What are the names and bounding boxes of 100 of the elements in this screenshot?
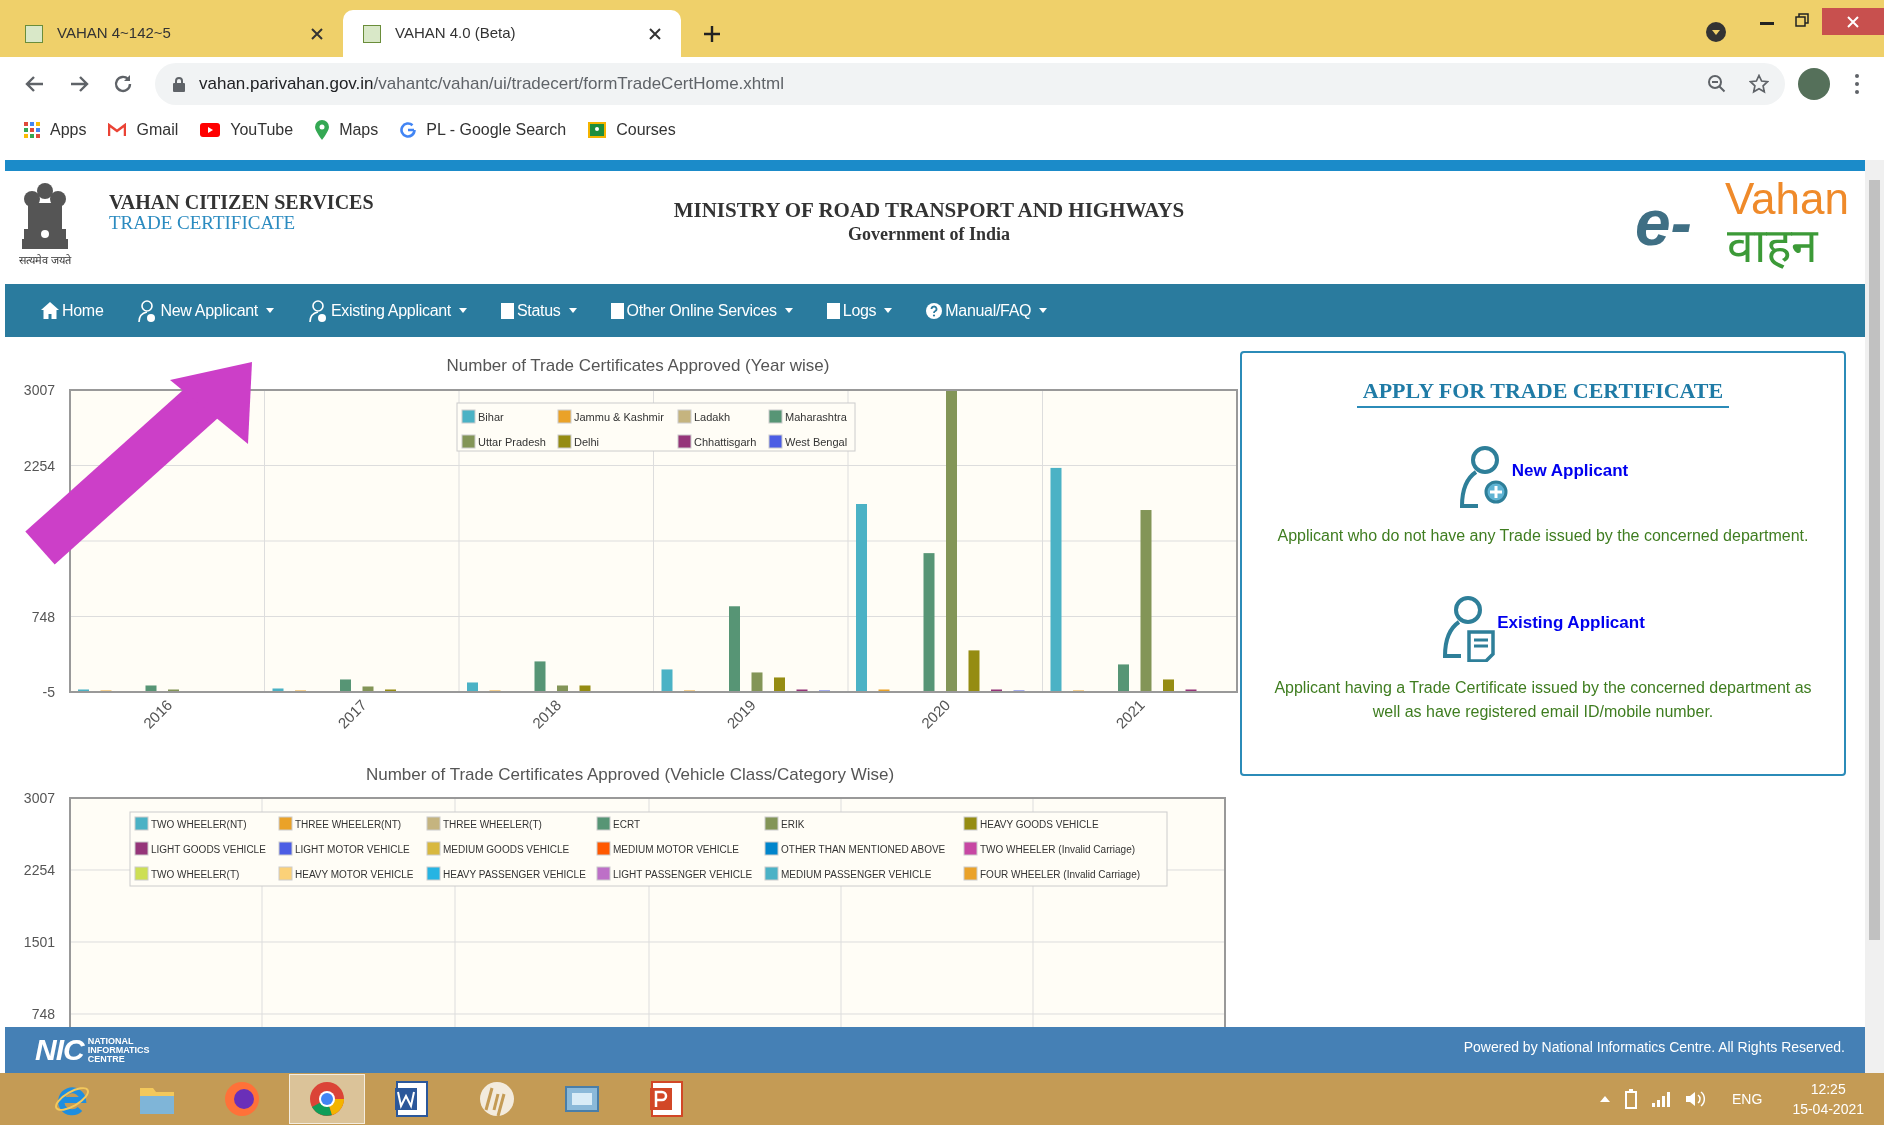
chart-title: Number of Trade Certificates Approved (Year wise) [446, 356, 830, 375]
minimize-icon[interactable] [1760, 22, 1774, 26]
g-icon [400, 122, 417, 138]
play-icon [200, 123, 221, 137]
nav-menu-item[interactable]: Home [41, 298, 104, 323]
y-axis-label: 3007 [23, 790, 55, 806]
bar [340, 679, 351, 691]
y-axis-label: 2254 [23, 862, 55, 878]
bar [968, 650, 980, 691]
bar [751, 672, 763, 691]
ministry-title: MINISTRY OF ROAD TRANSPORT AND HIGHWAYS [673, 197, 1185, 224]
window-icon [563, 1083, 601, 1115]
chevron-up-icon[interactable] [1600, 1096, 1611, 1102]
panel-title: APPLY FOR TRADE CERTIFICATE [1356, 377, 1730, 408]
nav-menu-item[interactable]: Other Online Services [610, 298, 793, 323]
bookmark-link[interactable]: Gmail [108, 118, 179, 142]
address-bar[interactable]: vahan.parivahan.gov.in/vahantc/vahan/ui/tradecert/formTradeCertHome.xhtml [155, 63, 1785, 105]
document-icon [826, 302, 840, 319]
caret-icon [459, 308, 467, 313]
zoom-out-icon[interactable] [1707, 74, 1727, 94]
legend-label: LIGHT MOTOR VEHICLE [295, 844, 410, 855]
lock-icon[interactable] [173, 76, 185, 92]
nav-menu-item[interactable]: Manual/FAQ [926, 298, 1048, 323]
mail-icon [108, 123, 127, 137]
close-icon [1847, 15, 1859, 28]
new-tab-icon[interactable] [703, 25, 721, 43]
star-icon[interactable] [1749, 74, 1769, 94]
battery-icon[interactable] [1624, 1089, 1639, 1109]
legend-label: HEAVY PASSENGER VEHICLE [443, 869, 586, 880]
nav-menu-item[interactable]: Status [501, 298, 577, 323]
menu-icon[interactable] [1853, 73, 1861, 95]
y-axis-label: 1501 [23, 934, 55, 950]
bookmark-link[interactable]: PL - Google Search [400, 118, 567, 142]
window-close-button[interactable] [1822, 8, 1884, 35]
bookmark-link[interactable]: Maps [315, 118, 379, 142]
bar [579, 685, 591, 691]
hp-icon [478, 1080, 516, 1118]
bookmark-link[interactable]: Courses [588, 118, 676, 142]
classroom-icon [588, 122, 607, 138]
browser-tab[interactable]: VAHAN 4.0 (Beta) [343, 10, 681, 57]
legend-label: TWO WHEELER(NT) [151, 819, 247, 830]
y-axis-label: 748 [31, 1006, 55, 1022]
applicant-link[interactable]: Existing Applicant [1497, 610, 1645, 636]
person-icon [308, 298, 328, 323]
taskbar-app-button[interactable] [289, 1074, 365, 1124]
bar [145, 685, 157, 691]
bookmark-link[interactable]: YouTube [200, 118, 294, 142]
nav-menu-item[interactable]: New Applicant [137, 298, 274, 323]
legend-label: MEDIUM GOODS VEHICLE [443, 844, 570, 855]
legend-label: TWO WHEELER (Invalid Carriage) [980, 844, 1136, 855]
site-icon [363, 24, 381, 43]
legend-label: FOUR WHEELER (Invalid Carriage) [980, 869, 1141, 880]
footer-credit: Powered by National Informatics Centre. All Rights Reserved. [1463, 1038, 1845, 1057]
y-axis-label: 2254 [23, 457, 55, 474]
legend-label: Bihar [478, 411, 504, 423]
section-title: TRADE CERTIFICATE [109, 213, 297, 233]
nav-menu-item[interactable]: Logs [826, 298, 893, 323]
portal-title: VAHAN CITIZEN SERVICES [109, 192, 374, 213]
legend-label: West Bengal [785, 436, 848, 448]
user-document-icon [1441, 595, 1496, 662]
help-icon [926, 302, 943, 319]
bar [534, 661, 546, 691]
site-icon [25, 24, 43, 43]
speaker-icon[interactable] [1686, 1091, 1707, 1107]
restore-icon[interactable] [1795, 13, 1809, 27]
tab-title: VAHAN 4~142~5 [57, 23, 172, 44]
profile-avatar[interactable] [1798, 68, 1830, 100]
caret-icon [568, 308, 577, 313]
nav-menu-item[interactable]: Existing Applicant [308, 298, 467, 323]
motto-text: सत्यमेव जयते [19, 255, 72, 266]
applicant-description: Applicant who do not have any Trade issued by the concerned department. [1276, 525, 1810, 546]
legend-label: HEAVY GOODS VEHICLE [980, 819, 1099, 830]
legend-label: THREE WHEELER(T) [443, 819, 542, 830]
legend-label: OTHER THAN MENTIONED ABOVE [781, 844, 946, 855]
bookmark-link[interactable]: Apps [24, 118, 87, 142]
home-icon [41, 302, 59, 319]
reload-icon[interactable] [112, 73, 134, 95]
bar [1118, 664, 1129, 691]
applicant-link[interactable]: New Applicant [1511, 458, 1629, 484]
document-icon [610, 302, 624, 319]
tab-title: VAHAN 4.0 (Beta) [395, 23, 517, 44]
add-user-icon [1457, 445, 1510, 510]
person-icon [137, 298, 158, 323]
scrollbar[interactable] [1865, 160, 1884, 1073]
logo-caption: NATIONAL INFORMATICS CENTRE [87, 1036, 151, 1064]
signal-icon[interactable] [1652, 1091, 1673, 1107]
legend-label: Jammu & Kashmir [574, 411, 664, 423]
bar [362, 686, 374, 691]
dropdown-icon[interactable] [1705, 21, 1727, 43]
chrome-icon [308, 1080, 346, 1118]
bar [272, 688, 284, 691]
close-icon[interactable] [649, 27, 661, 40]
legend-label: MEDIUM MOTOR VEHICLE [613, 844, 739, 855]
legend-label: ECRT [613, 819, 641, 830]
caret-icon [884, 308, 893, 313]
y-axis-label: -5 [42, 684, 55, 700]
legend-label: LIGHT GOODS VEHICLE [151, 844, 266, 855]
close-icon[interactable] [311, 27, 323, 40]
legend-label: Maharashtra [785, 411, 847, 423]
chart-title: Number of Trade Certificates Approved (Vehicle Class/Category Wise) [365, 765, 895, 784]
